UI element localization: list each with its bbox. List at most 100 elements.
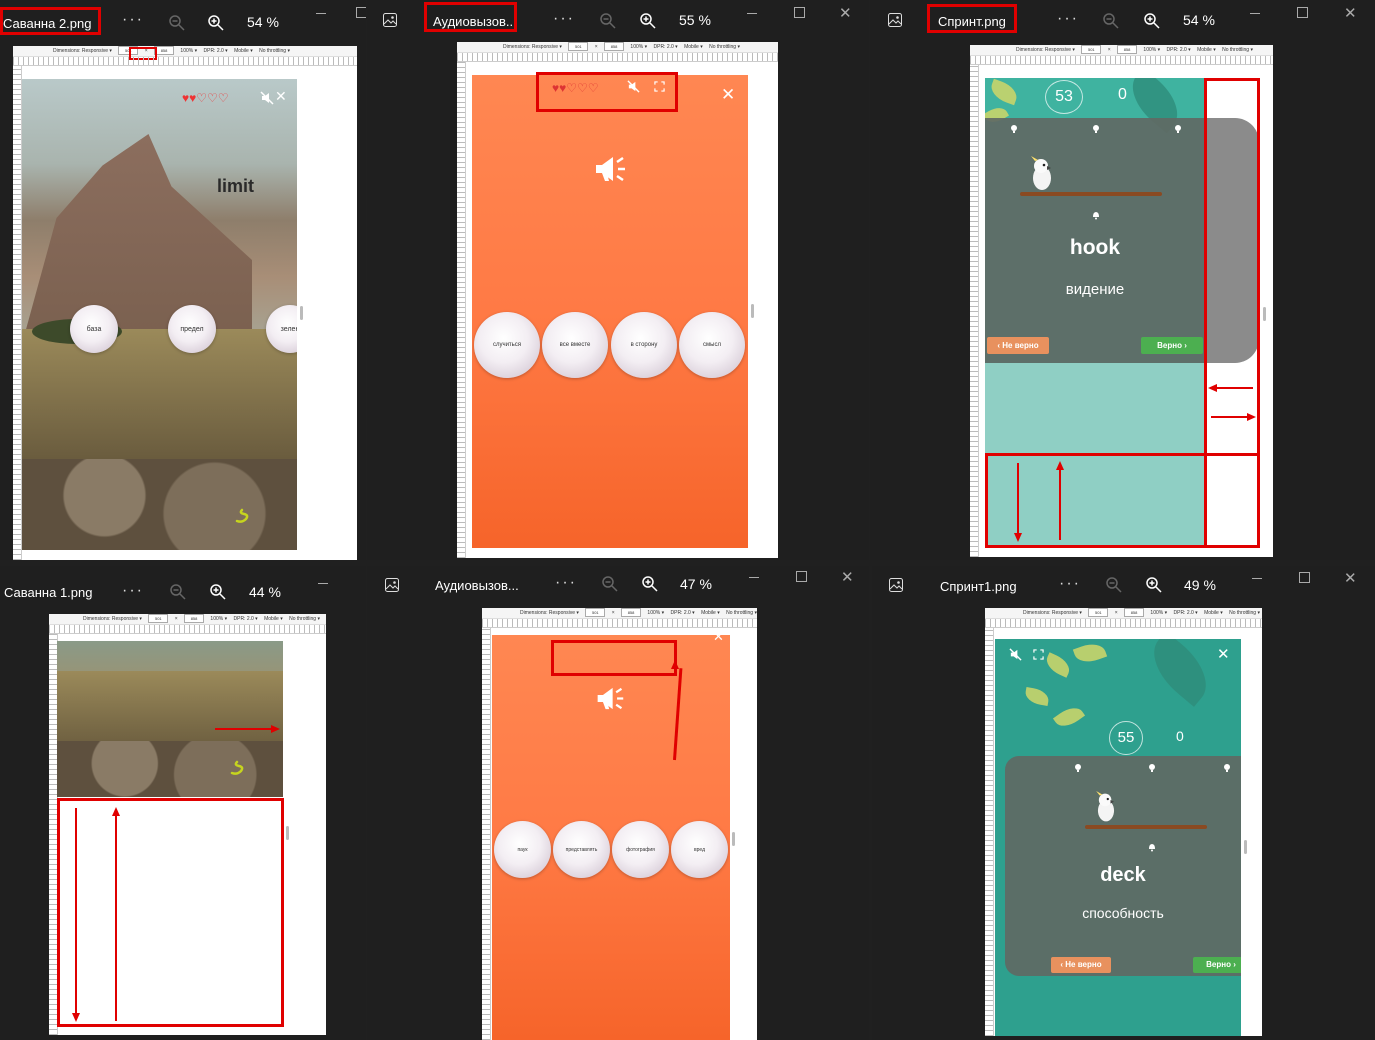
maximize-button[interactable] [794, 7, 805, 18]
throttle-select[interactable]: No throttling ▾ [259, 48, 290, 54]
answer-option[interactable]: все вместе [542, 312, 608, 378]
speaker-icon[interactable] [593, 155, 627, 183]
minimize-button[interactable] [749, 577, 759, 578]
wrong-button[interactable]: ‹ Не верно [1051, 957, 1111, 973]
close-window-button[interactable]: ✕ [1344, 569, 1357, 587]
answer-option[interactable]: предел [168, 305, 216, 353]
dpr-select[interactable]: DPR: 2.0 ▾ [1174, 610, 1198, 616]
zoom-in-icon[interactable] [207, 14, 225, 32]
answer-option[interactable]: представлять [553, 821, 610, 878]
dpr-select[interactable]: DPR: 2.0 ▾ [234, 616, 258, 622]
close-icon[interactable]: ✕ [1217, 645, 1230, 663]
resize-handle[interactable] [751, 304, 754, 318]
resize-handle[interactable] [1244, 840, 1247, 854]
minimize-button[interactable] [747, 13, 757, 14]
close-window-button[interactable]: ✕ [841, 568, 854, 586]
zoom-select[interactable]: 100% ▾ [630, 44, 647, 50]
dpr-select[interactable]: DPR: 2.0 ▾ [204, 48, 228, 54]
zoom-in-icon[interactable] [639, 12, 657, 30]
zoom-out-icon[interactable] [169, 583, 187, 601]
fullscreen-icon[interactable] [1033, 649, 1044, 660]
minimize-button[interactable] [316, 13, 326, 14]
close-icon[interactable]: ✕ [275, 88, 287, 105]
close-window-button[interactable]: ✕ [1344, 4, 1357, 22]
answer-option[interactable]: паук [494, 821, 551, 878]
mobile-select[interactable]: Mobile ▾ [264, 616, 283, 622]
right-button[interactable]: Верно › [1193, 957, 1241, 973]
dimensions-label[interactable]: Dimensions: Responsive ▾ [83, 616, 142, 622]
resize-handle[interactable] [732, 832, 735, 846]
maximize-button[interactable] [1297, 7, 1308, 18]
mobile-select[interactable]: Mobile ▾ [701, 610, 720, 616]
height-input[interactable]: 858 [1124, 608, 1145, 617]
minimize-button[interactable] [1250, 13, 1260, 14]
answer-option[interactable]: в сторону [611, 312, 677, 378]
zoom-out-icon[interactable] [1102, 12, 1120, 30]
zoom-select[interactable]: 100% ▾ [210, 616, 227, 622]
zoom-in-icon[interactable] [1145, 576, 1163, 594]
minimize-button[interactable] [1252, 578, 1262, 579]
zoom-in-icon[interactable] [209, 583, 227, 601]
height-input[interactable]: 858 [604, 42, 625, 51]
close-icon[interactable]: ✕ [721, 85, 735, 105]
answer-option[interactable]: фотография [612, 821, 669, 878]
minimize-button[interactable] [318, 583, 328, 584]
dimensions-label[interactable]: Dimensions: Responsive ▾ [503, 44, 562, 50]
zoom-select[interactable]: 100% ▾ [647, 610, 664, 616]
height-input[interactable]: 858 [184, 614, 205, 623]
throttle-select[interactable]: No throttling ▾ [726, 610, 757, 616]
mute-icon[interactable] [260, 91, 274, 105]
dimensions-label[interactable]: Dimensions: Responsive ▾ [520, 610, 579, 616]
height-input[interactable]: 858 [154, 46, 175, 55]
maximize-button[interactable] [356, 7, 366, 18]
more-options-button[interactable]: ··· [553, 10, 575, 28]
zoom-select[interactable]: 100% ▾ [1143, 47, 1160, 53]
width-input[interactable]: 501 [1081, 45, 1102, 54]
right-button[interactable]: Верно › [1141, 337, 1203, 354]
maximize-button[interactable] [796, 571, 807, 582]
dpr-select[interactable]: DPR: 2.0 ▾ [671, 610, 695, 616]
zoom-select[interactable]: 100% ▾ [1150, 610, 1167, 616]
dimensions-label[interactable]: Dimensions: Responsive ▾ [1023, 610, 1082, 616]
answer-option[interactable]: база [70, 305, 118, 353]
mobile-select[interactable]: Mobile ▾ [1197, 47, 1216, 53]
more-options-button[interactable]: ··· [1057, 10, 1079, 28]
close-window-button[interactable]: ✕ [839, 4, 852, 22]
more-options-button[interactable]: ··· [122, 582, 144, 600]
width-input[interactable]: 501 [1088, 608, 1109, 617]
height-input[interactable]: 858 [1117, 45, 1138, 54]
dimensions-label[interactable]: Dimensions: Responsive ▾ [53, 48, 112, 54]
more-options-button[interactable]: ··· [555, 574, 577, 592]
zoom-in-icon[interactable] [641, 575, 659, 593]
width-input[interactable]: 501 [568, 42, 589, 51]
height-input[interactable]: 858 [621, 608, 642, 617]
zoom-out-icon[interactable] [1105, 576, 1123, 594]
more-options-button[interactable]: ··· [122, 11, 144, 29]
zoom-in-icon[interactable] [1143, 12, 1161, 30]
throttle-select[interactable]: No throttling ▾ [289, 616, 320, 622]
resize-handle[interactable] [300, 306, 303, 320]
answer-option[interactable]: вред [671, 821, 728, 878]
resize-handle[interactable] [1263, 307, 1266, 321]
zoom-out-icon[interactable] [601, 575, 619, 593]
throttle-select[interactable]: No throttling ▾ [709, 44, 740, 50]
more-options-button[interactable]: ··· [1059, 575, 1081, 593]
close-icon[interactable]: ✕ [713, 635, 724, 645]
zoom-out-icon[interactable] [168, 14, 186, 32]
maximize-button[interactable] [1299, 572, 1310, 583]
answer-option[interactable]: смысл [679, 312, 745, 378]
zoom-select[interactable]: 100% ▾ [180, 48, 197, 54]
dpr-select[interactable]: DPR: 2.0 ▾ [1167, 47, 1191, 53]
zoom-out-icon[interactable] [599, 12, 617, 30]
speaker-icon[interactable] [595, 686, 625, 711]
width-input[interactable]: 501 [585, 608, 606, 617]
throttle-select[interactable]: No throttling ▾ [1222, 47, 1253, 53]
mobile-select[interactable]: Mobile ▾ [684, 44, 703, 50]
mobile-select[interactable]: Mobile ▾ [234, 48, 253, 54]
mute-icon[interactable] [1009, 648, 1022, 661]
resize-handle[interactable] [286, 826, 289, 840]
mobile-select[interactable]: Mobile ▾ [1204, 610, 1223, 616]
answer-option[interactable]: случиться [474, 312, 540, 378]
width-input[interactable]: 501 [148, 614, 169, 623]
throttle-select[interactable]: No throttling ▾ [1229, 610, 1260, 616]
